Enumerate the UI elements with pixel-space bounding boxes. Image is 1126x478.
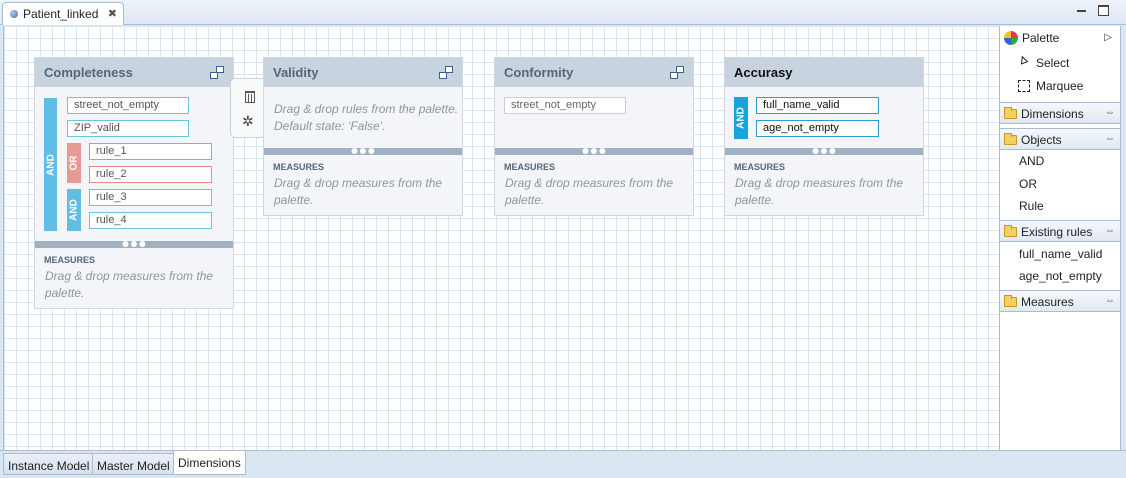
pin-icon[interactable]: ⇔ <box>1105 133 1115 144</box>
palette-item-rule[interactable]: full_name_valid <box>1019 247 1102 261</box>
drawer-measures[interactable]: Measures ⇔ <box>1000 290 1120 312</box>
dimension-card-completeness[interactable]: Completeness AND street_not_empty ZIP_va… <box>34 57 234 309</box>
dimension-title: Accurasy <box>734 65 793 80</box>
drawer-label: Measures <box>1021 295 1074 309</box>
unlink-icon[interactable]: ✲ <box>242 113 254 130</box>
pin-icon[interactable]: ⇔ <box>1105 295 1115 306</box>
palette-item-and[interactable]: AND <box>1019 154 1044 168</box>
drag-handle-icon: ●●● <box>581 142 607 158</box>
drawer-label: Existing rules <box>1021 225 1093 239</box>
palette-item-rule[interactable]: age_not_empty <box>1019 269 1102 283</box>
folder-icon <box>1004 225 1017 237</box>
pointer-icon <box>1018 56 1028 69</box>
tab-dimensions[interactable]: Dimensions <box>173 451 246 475</box>
palette-item-or[interactable]: OR <box>1019 177 1037 191</box>
operator-label: AND <box>45 153 56 176</box>
drawer-objects[interactable]: Objects ⇔ <box>1000 128 1120 150</box>
section-divider[interactable]: ●●● <box>725 142 923 158</box>
rule-box[interactable]: rule_1 <box>89 143 212 160</box>
dimension-header[interactable]: Conformity <box>495 58 693 87</box>
rule-box[interactable]: age_not_empty <box>756 120 879 137</box>
tool-label: Marquee <box>1036 79 1084 93</box>
drawer-label: Objects <box>1021 133 1062 147</box>
palette-icon <box>1004 31 1018 45</box>
rule-box[interactable]: rule_2 <box>89 166 212 183</box>
operator-and-bar[interactable]: AND <box>44 98 57 231</box>
dimension-title: Validity <box>273 65 319 80</box>
editor-tab-patient-linked[interactable]: Patient_linked ✖ <box>2 2 124 25</box>
measures-hint: Drag & drop measures from the palette. <box>274 176 443 207</box>
dimension-title: Completeness <box>44 65 133 80</box>
drawer-existing-rules[interactable]: Existing rules ⇔ <box>1000 220 1120 242</box>
palette-header[interactable]: Palette ▷ <box>1000 26 1120 50</box>
dimension-card-accurasy[interactable]: Accurasy AND full_name_valid age_not_emp… <box>724 57 924 216</box>
operator-label: OR <box>68 155 80 171</box>
measures-label: MEASURES <box>44 255 96 265</box>
dimension-header[interactable]: Completeness <box>35 58 233 87</box>
operator-and-bar[interactable]: AND <box>67 189 81 231</box>
drawer-label: Dimensions <box>1021 107 1084 121</box>
operator-label: AND <box>735 107 747 129</box>
measures-label: MEASURES <box>504 162 556 172</box>
dimension-title: Conformity <box>504 65 574 80</box>
restore-icon[interactable] <box>439 66 453 79</box>
selection-tool-strip: ✲ <box>230 78 266 138</box>
trash-icon[interactable] <box>245 91 255 103</box>
folder-icon <box>1004 107 1017 119</box>
model-file-icon <box>10 10 18 18</box>
measures-hint: Drag & drop measures from the palette. <box>735 176 904 207</box>
measures-label: MEASURES <box>273 162 325 172</box>
editor-tab-bar: Patient_linked ✖ <box>0 0 1126 25</box>
rule-box[interactable]: street_not_empty <box>67 97 189 114</box>
folder-icon <box>1004 295 1017 307</box>
drag-handle-icon: ●●● <box>811 142 837 158</box>
drag-handle-icon: ●●● <box>350 142 376 158</box>
rules-hint: Drag & drop rules from the palette. Defa… <box>274 102 459 133</box>
diagram-canvas[interactable]: Completeness AND street_not_empty ZIP_va… <box>3 26 999 450</box>
close-icon[interactable]: ✖ <box>108 7 117 20</box>
dimension-header[interactable]: Validity <box>264 58 462 87</box>
dimension-card-validity[interactable]: Validity Drag & drop rules from the pale… <box>263 57 463 216</box>
drawer-dimensions[interactable]: Dimensions ⇔ <box>1000 102 1120 124</box>
tab-instance-model[interactable]: Instance Model <box>3 453 95 475</box>
dimension-card-conformity[interactable]: Conformity street_not_empty ●●● MEASURES… <box>494 57 694 216</box>
tool-label: Select <box>1036 56 1070 70</box>
select-tool[interactable]: Select <box>1018 56 1069 70</box>
palette-title: Palette <box>1022 31 1060 45</box>
measures-hint: Drag & drop measures from the palette. <box>45 269 214 300</box>
minimize-icon[interactable] <box>1076 5 1088 17</box>
measures-hint: Drag & drop measures from the palette. <box>505 176 674 207</box>
page-tab-bar: Instance Model Master Model Dimensions <box>0 450 1126 478</box>
drag-handle-icon: ●●● <box>121 235 147 251</box>
restore-icon[interactable] <box>670 66 684 79</box>
palette-panel: Palette ▷ Select Marquee Dimensions ⇔ Ob… <box>999 26 1121 450</box>
tab-master-model[interactable]: Master Model <box>92 453 175 475</box>
operator-label: AND <box>68 199 80 221</box>
rule-box[interactable]: full_name_valid <box>756 97 879 114</box>
rule-box[interactable]: rule_3 <box>89 189 212 206</box>
rule-box[interactable]: street_not_empty <box>504 97 626 114</box>
section-divider[interactable]: ●●● <box>264 142 462 158</box>
collapse-arrow-icon[interactable]: ▷ <box>1104 32 1112 43</box>
operator-and-bar[interactable]: AND <box>734 97 748 139</box>
rule-box[interactable]: rule_4 <box>89 212 212 229</box>
marquee-icon <box>1018 80 1030 92</box>
dimension-header[interactable]: Accurasy <box>725 58 923 87</box>
marquee-tool[interactable]: Marquee <box>1018 79 1083 93</box>
palette-item-rule[interactable]: Rule <box>1019 199 1044 213</box>
folder-icon <box>1004 133 1017 145</box>
pin-icon[interactable]: ⇔ <box>1105 107 1115 118</box>
restore-icon[interactable] <box>210 66 224 79</box>
pin-icon[interactable]: ⇔ <box>1105 225 1115 236</box>
operator-or-bar[interactable]: OR <box>67 143 81 183</box>
editor-tab-title: Patient_linked <box>23 7 99 21</box>
maximize-icon[interactable] <box>1098 5 1109 16</box>
measures-label: MEASURES <box>734 162 786 172</box>
section-divider[interactable]: ●●● <box>495 142 693 158</box>
section-divider[interactable]: ●●● <box>35 235 233 251</box>
rule-box[interactable]: ZIP_valid <box>67 120 189 137</box>
